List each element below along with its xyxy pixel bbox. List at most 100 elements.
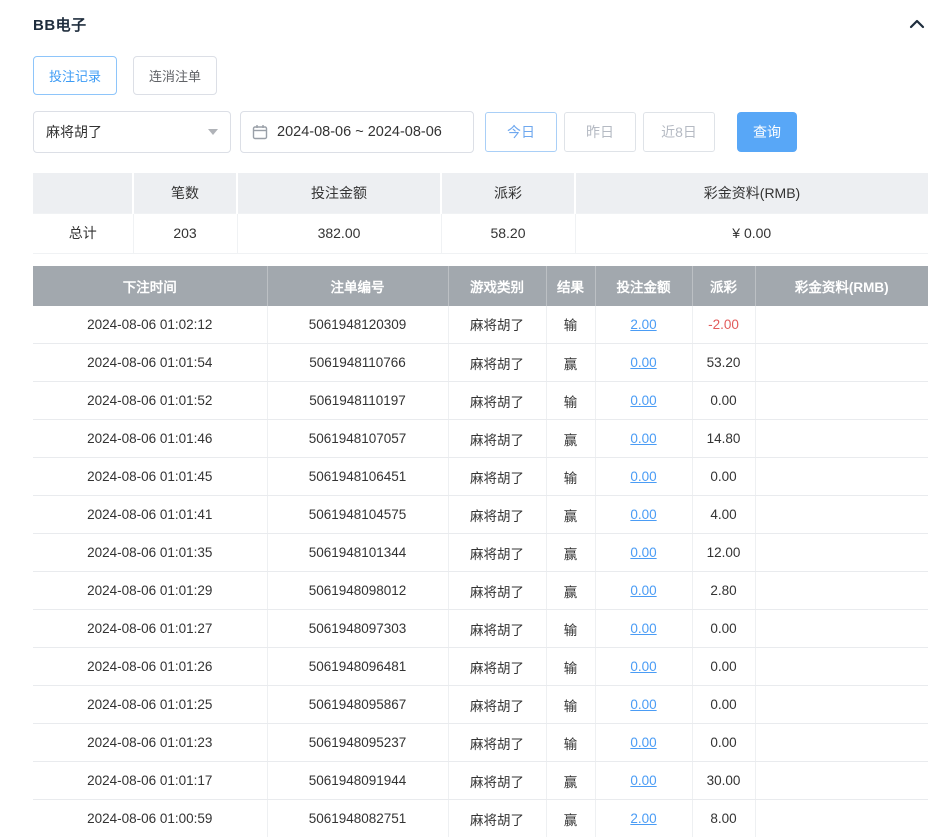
game-type: 麻将胡了	[448, 305, 547, 344]
order-number: 5061948096481	[267, 647, 449, 686]
bet-amount-cell: 0.00	[595, 343, 693, 382]
col-header-result: 结果	[545, 265, 595, 306]
bet-result: 赢	[546, 571, 596, 610]
bet-time: 2024-08-06 01:01:27	[33, 609, 268, 648]
order-number: 5061948082751	[267, 799, 449, 837]
bet-result: 输	[546, 723, 596, 762]
filter-bar: 麻将胡了 2024-08-06 ~ 2024-08-06 今日 昨日 近8日 查…	[33, 111, 928, 153]
summary-total-row: 总计 203 382.00 58.20 ¥ 0.00	[33, 212, 928, 254]
summary-header-payout: 派彩	[440, 173, 575, 213]
bet-result: 赢	[546, 495, 596, 534]
payout-value: 0.00	[692, 457, 756, 496]
game-select-value: 麻将胡了	[46, 124, 102, 140]
bet-amount-link[interactable]: 0.00	[630, 469, 656, 484]
bet-result: 输	[546, 457, 596, 496]
summary-table: 笔数 投注金额 派彩 彩金资料(RMB) 总计 203 382.00 58.20…	[33, 173, 928, 254]
game-type: 麻将胡了	[448, 343, 547, 382]
bet-time: 2024-08-06 01:01:17	[33, 761, 268, 800]
game-type: 麻将胡了	[448, 609, 547, 648]
game-type: 麻将胡了	[448, 495, 547, 534]
bet-time: 2024-08-06 01:01:41	[33, 495, 268, 534]
jackpot-value	[755, 533, 928, 572]
payout-value: 0.00	[692, 647, 756, 686]
col-header-jackpot: 彩金资料(RMB)	[754, 265, 928, 306]
col-header-bet-time: 下注时间	[33, 265, 267, 306]
bet-result: 赢	[546, 761, 596, 800]
bet-amount-link[interactable]: 2.00	[630, 317, 656, 332]
tab-cancelled-orders[interactable]: 连消注单	[133, 56, 218, 95]
bet-amount-cell: 0.00	[595, 647, 693, 686]
yesterday-button[interactable]: 昨日	[564, 112, 636, 152]
bet-amount-link[interactable]: 0.00	[630, 507, 656, 522]
bet-amount-link[interactable]: 0.00	[630, 545, 656, 560]
calendar-icon	[252, 124, 268, 140]
bet-amount-link[interactable]: 0.00	[630, 583, 656, 598]
game-select[interactable]: 麻将胡了	[33, 111, 231, 153]
tab-bet-records[interactable]: 投注记录	[33, 56, 118, 95]
bet-time: 2024-08-06 01:01:45	[33, 457, 268, 496]
game-type: 麻将胡了	[448, 761, 547, 800]
bet-amount-link[interactable]: 0.00	[630, 431, 656, 446]
table-row: 2024-08-06 01:01:26 5061948096481 麻将胡了输 0.0…	[33, 647, 928, 686]
bet-amount-link[interactable]: 0.00	[630, 697, 656, 712]
jackpot-value	[755, 381, 928, 420]
today-button[interactable]: 今日	[485, 112, 557, 152]
bet-amount-cell: 0.00	[595, 761, 693, 800]
tab-bar: 投注记录 连消注单	[33, 56, 928, 95]
bet-time: 2024-08-06 01:01:52	[33, 381, 268, 420]
bet-time: 2024-08-06 01:01:54	[33, 343, 268, 382]
query-button[interactable]: 查询	[737, 112, 797, 152]
table-row: 2024-08-06 01:01:25 5061948095867 麻将胡了输 0.0…	[33, 685, 928, 724]
bet-result: 输	[546, 685, 596, 724]
order-number: 5061948098012	[267, 571, 449, 610]
col-header-bet-amount: 投注金额	[594, 265, 692, 306]
table-row: 2024-08-06 01:00:59 5061948082751 麻将胡了赢 2.0…	[33, 799, 928, 837]
payout-value: 14.80	[692, 419, 756, 458]
summary-payout: 58.20	[440, 212, 576, 254]
jackpot-value	[755, 609, 928, 648]
summary-total-label: 总计	[33, 212, 134, 254]
col-header-order-number: 注单编号	[266, 265, 448, 306]
bet-amount-link[interactable]: 2.00	[630, 811, 656, 826]
table-row: 2024-08-06 01:01:23 5061948095237 麻将胡了输 0.0…	[33, 723, 928, 762]
summary-jackpot: ¥ 0.00	[574, 212, 928, 254]
bet-amount-cell: 0.00	[595, 457, 693, 496]
jackpot-value	[755, 685, 928, 724]
jackpot-value	[755, 343, 928, 382]
collapse-chevron-up-icon[interactable]	[906, 15, 928, 33]
table-row: 2024-08-06 01:01:17 5061948091944 麻将胡了赢 0.0…	[33, 761, 928, 800]
bet-result: 输	[546, 305, 596, 344]
date-range-value: 2024-08-06 ~ 2024-08-06	[277, 124, 442, 140]
bet-amount-link[interactable]: 0.00	[630, 393, 656, 408]
bet-amount-link[interactable]: 0.00	[630, 735, 656, 750]
bet-amount-cell: 0.00	[595, 609, 693, 648]
bet-result: 输	[546, 381, 596, 420]
jackpot-value	[755, 419, 928, 458]
payout-value: 0.00	[692, 609, 756, 648]
date-range-picker[interactable]: 2024-08-06 ~ 2024-08-06	[240, 111, 474, 153]
jackpot-value	[755, 799, 928, 837]
bet-time: 2024-08-06 01:01:29	[33, 571, 268, 610]
jackpot-value	[755, 305, 928, 344]
jackpot-value	[755, 723, 928, 762]
summary-header-jackpot: 彩金资料(RMB)	[574, 173, 928, 213]
bet-amount-link[interactable]: 0.00	[630, 773, 656, 788]
payout-value: 0.00	[692, 381, 756, 420]
bet-amount-cell: 0.00	[595, 571, 693, 610]
bet-amount-link[interactable]: 0.00	[630, 355, 656, 370]
bet-amount-link[interactable]: 0.00	[630, 621, 656, 636]
chevron-down-icon	[208, 129, 218, 135]
bet-result: 赢	[546, 343, 596, 382]
bet-amount-link[interactable]: 0.00	[630, 659, 656, 674]
order-number: 5061948110766	[267, 343, 449, 382]
table-row: 2024-08-06 01:01:52 5061948110197 麻将胡了输 0.0…	[33, 381, 928, 420]
table-row: 2024-08-06 01:01:35 5061948101344 麻将胡了赢 0.0…	[33, 533, 928, 572]
table-row: 2024-08-06 01:01:29 5061948098012 麻将胡了赢 0.0…	[33, 571, 928, 610]
summary-bet-amount: 382.00	[236, 212, 442, 254]
last-8-days-button[interactable]: 近8日	[643, 112, 715, 152]
game-type: 麻将胡了	[448, 647, 547, 686]
order-number: 5061948101344	[267, 533, 449, 572]
bet-result: 赢	[546, 533, 596, 572]
bet-result: 赢	[546, 419, 596, 458]
bet-amount-cell: 0.00	[595, 495, 693, 534]
